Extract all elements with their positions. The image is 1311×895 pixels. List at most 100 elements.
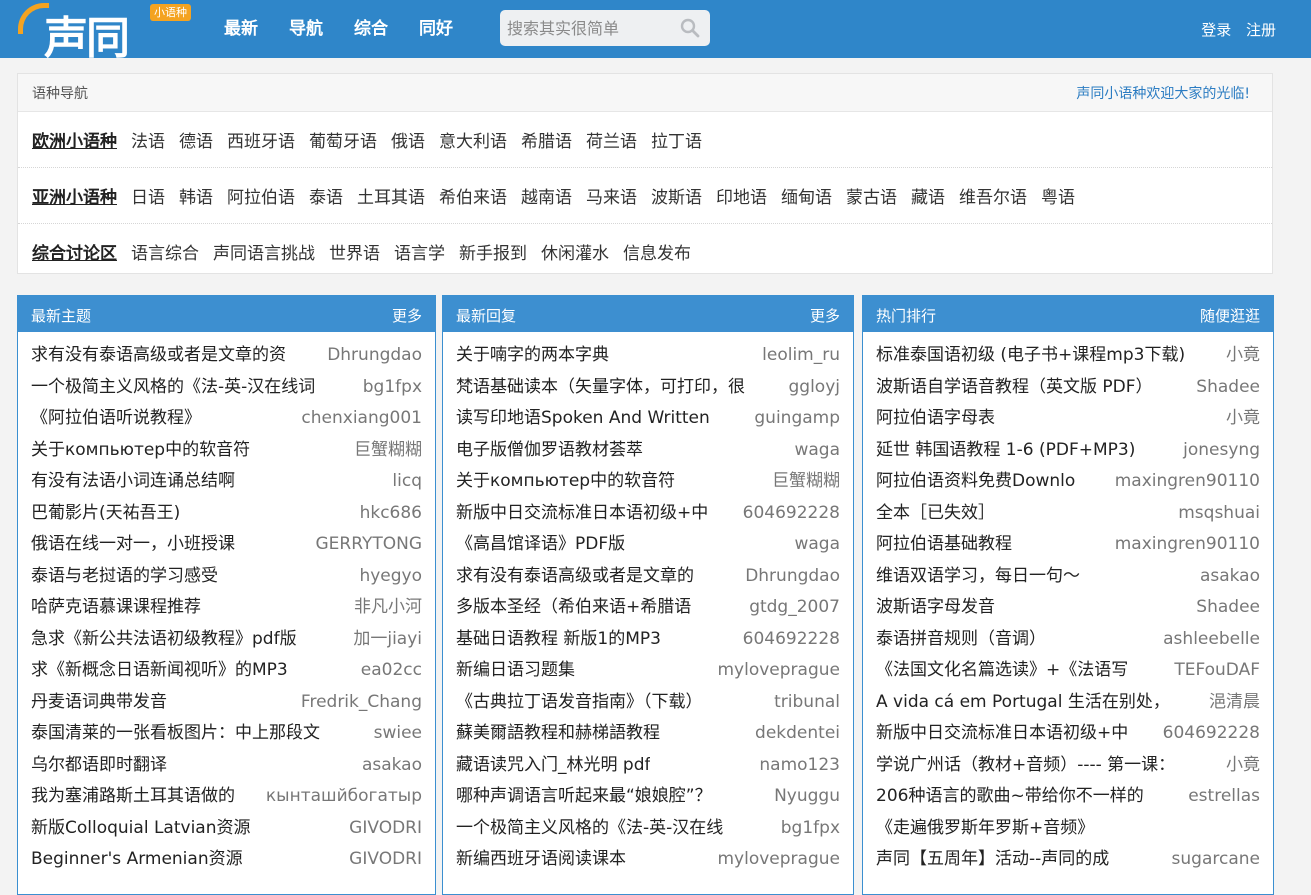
language-link[interactable]: 声同语言挑战 xyxy=(213,239,315,264)
author-link[interactable]: 浥清晨 xyxy=(1203,686,1260,718)
author-link[interactable]: tribunal xyxy=(768,686,840,718)
author-link[interactable]: 巨蟹糊糊 xyxy=(766,466,840,498)
thread-title-link[interactable]: 藏语读咒入门_林光明 pdf xyxy=(456,750,650,782)
language-link[interactable]: 日语 xyxy=(131,183,165,208)
thread-title-link[interactable]: 求《新概念日语新闻视听》的MP3 xyxy=(31,655,288,687)
thread-title-link[interactable]: 新版Colloquial Latvian资源 xyxy=(31,813,250,845)
thread-title-link[interactable]: 波斯语自学语音教程（英文版 PDF） xyxy=(876,372,1153,404)
thread-title-link[interactable]: 多版本圣经（希伯来语+希腊语 xyxy=(456,592,691,624)
thread-title-link[interactable]: 《高昌馆译语》PDF版 xyxy=(456,529,625,561)
author-link[interactable]: myloveprague xyxy=(711,655,840,687)
language-link[interactable]: 印地语 xyxy=(716,183,767,208)
author-link[interactable]: chenxiang001 xyxy=(295,403,422,435)
random-browse-link[interactable]: 随便逛逛 xyxy=(1200,305,1260,326)
author-link[interactable]: Shadee xyxy=(1190,592,1260,624)
thread-title-link[interactable]: 关于компьютер中的软音符 xyxy=(31,435,250,467)
more-link[interactable]: 更多 xyxy=(810,305,840,326)
thread-title-link[interactable]: 哪种声调语言听起来最“娘娘腔”？ xyxy=(456,781,712,813)
thread-title-link[interactable]: 新编日语习题集 xyxy=(456,655,575,687)
thread-title-link[interactable]: 新版中日交流标准日本语初级+中 xyxy=(876,718,1128,750)
author-link[interactable]: guingamp xyxy=(748,403,840,435)
language-link[interactable]: 阿拉伯语 xyxy=(227,183,295,208)
language-link[interactable]: 休闲灌水 xyxy=(541,239,609,264)
thread-title-link[interactable]: 梵语基础读本（矢量字体，可打印，很 xyxy=(456,372,745,404)
language-link[interactable]: 语言综合 xyxy=(131,239,199,264)
more-link[interactable]: 更多 xyxy=(392,305,422,326)
language-link[interactable]: 泰语 xyxy=(309,183,343,208)
language-link[interactable]: 波斯语 xyxy=(651,183,702,208)
nav-friends[interactable]: 同好 xyxy=(419,16,453,42)
author-link[interactable]: 小竟 xyxy=(1220,749,1260,781)
language-category-link[interactable]: 亚洲小语种 xyxy=(32,183,117,208)
thread-title-link[interactable]: 《走遍俄罗斯年罗斯+音频》 xyxy=(876,813,1094,845)
thread-title-link[interactable]: 新版中日交流标准日本语初级+中 xyxy=(456,498,708,530)
author-link[interactable]: ashleebelle xyxy=(1157,623,1260,655)
language-link[interactable]: 意大利语 xyxy=(439,127,507,152)
thread-title-link[interactable]: 一个极简主义风格的《法-英-汉在线 xyxy=(456,813,723,845)
thread-title-link[interactable]: 巴葡影片(天祐吾王) xyxy=(31,498,180,530)
author-link[interactable]: 非凡小河 xyxy=(348,592,422,624)
thread-title-link[interactable]: 泰语拼音规则（音调） xyxy=(876,624,1046,656)
thread-title-link[interactable]: 泰国清莱的一张看板图片：中上那段文 xyxy=(31,718,320,750)
search-icon[interactable] xyxy=(680,18,700,38)
author-link[interactable]: Shadee xyxy=(1190,371,1260,403)
thread-title-link[interactable]: A vida cá em Portugal 生活在别处， xyxy=(876,687,1170,719)
author-link[interactable]: gtdg_2007 xyxy=(743,592,840,624)
thread-title-link[interactable]: 哈萨克语慕课课程推荐 xyxy=(31,592,201,624)
author-link[interactable]: bg1fpx xyxy=(774,812,840,844)
author-link[interactable]: asakao xyxy=(355,749,422,781)
thread-title-link[interactable]: 《古典拉丁语发音指南》（下载） xyxy=(456,687,703,719)
language-link[interactable]: 粤语 xyxy=(1041,183,1075,208)
author-link[interactable]: 604692228 xyxy=(736,497,840,529)
thread-title-link[interactable]: 读写印地语Spoken And Written xyxy=(456,403,710,435)
language-link[interactable]: 法语 xyxy=(131,127,165,152)
thread-title-link[interactable]: 一个极简主义风格的《法-英-汉在线词 xyxy=(31,372,315,404)
thread-title-link[interactable]: 关于компьютер中的软音符 xyxy=(456,466,675,498)
thread-title-link[interactable]: 《阿拉伯语听说教程》 xyxy=(31,403,201,435)
author-link[interactable]: bg1fpx xyxy=(356,371,422,403)
author-link[interactable]: GERRYTONG xyxy=(309,529,422,561)
thread-title-link[interactable]: 阿拉伯语基础教程 xyxy=(876,529,1012,561)
author-link[interactable]: maxingren90110 xyxy=(1108,529,1260,561)
language-link[interactable]: 新手报到 xyxy=(459,239,527,264)
author-link[interactable]: leolim_ru xyxy=(756,340,840,372)
language-link[interactable]: 土耳其语 xyxy=(357,183,425,208)
author-link[interactable]: GIVODRI xyxy=(343,812,422,844)
language-link[interactable]: 荷兰语 xyxy=(586,127,637,152)
author-link[interactable]: msqshuai xyxy=(1172,497,1260,529)
thread-title-link[interactable]: 延世 韩国语教程 1-6 (PDF+MP3) xyxy=(876,435,1135,467)
thread-title-link[interactable]: 新编西班牙语阅读课本 xyxy=(456,844,626,876)
language-category-link[interactable]: 综合讨论区 xyxy=(32,239,117,264)
thread-title-link[interactable]: 维语双语学习，每日一句～ xyxy=(876,561,1080,593)
author-link[interactable]: sugarcane xyxy=(1165,844,1260,876)
language-link[interactable]: 拉丁语 xyxy=(651,127,702,152)
author-link[interactable]: swiee xyxy=(367,718,422,750)
language-link[interactable]: 蒙古语 xyxy=(846,183,897,208)
language-link[interactable]: 世界语 xyxy=(329,239,380,264)
thread-title-link[interactable]: 全本［已失效］ xyxy=(876,498,995,530)
thread-title-link[interactable]: 标准泰国语初级 (电子书+课程mp3下载) xyxy=(876,340,1185,372)
author-link[interactable]: TEFouDAF xyxy=(1168,655,1260,687)
thread-title-link[interactable]: 求有没有泰语高级或者是文章的资 xyxy=(31,340,286,372)
thread-title-link[interactable]: 蘇美爾語教程和赫梯語教程 xyxy=(456,718,660,750)
thread-title-link[interactable]: 学说广州话（教材+音频）---- 第一课： xyxy=(876,750,1175,782)
author-link[interactable]: waga xyxy=(788,529,840,561)
author-link[interactable]: Fredrik_Chang xyxy=(294,686,422,718)
thread-title-link[interactable]: 阿拉伯语资料免费Downlo xyxy=(876,466,1075,498)
nav-general[interactable]: 综合 xyxy=(354,16,388,42)
author-link[interactable]: jonesyng xyxy=(1177,434,1260,466)
author-link[interactable]: 604692228 xyxy=(736,623,840,655)
login-link[interactable]: 登录 xyxy=(1201,21,1231,39)
language-link[interactable]: 西班牙语 xyxy=(227,127,295,152)
author-link[interactable]: Nyuggu xyxy=(768,781,840,813)
author-link[interactable]: namo123 xyxy=(753,749,840,781)
language-link[interactable]: 马来语 xyxy=(586,183,637,208)
search-input[interactable] xyxy=(500,10,677,46)
author-link[interactable]: 巨蟹糊糊 xyxy=(348,434,422,466)
author-link[interactable]: кынташйбогатыр xyxy=(259,781,422,813)
language-link[interactable]: 韩语 xyxy=(179,183,213,208)
author-link[interactable]: 小竟 xyxy=(1220,340,1260,372)
site-logo[interactable]: 声同 小语种 xyxy=(18,0,198,64)
language-link[interactable]: 维吾尔语 xyxy=(959,183,1027,208)
language-link[interactable]: 缅甸语 xyxy=(781,183,832,208)
